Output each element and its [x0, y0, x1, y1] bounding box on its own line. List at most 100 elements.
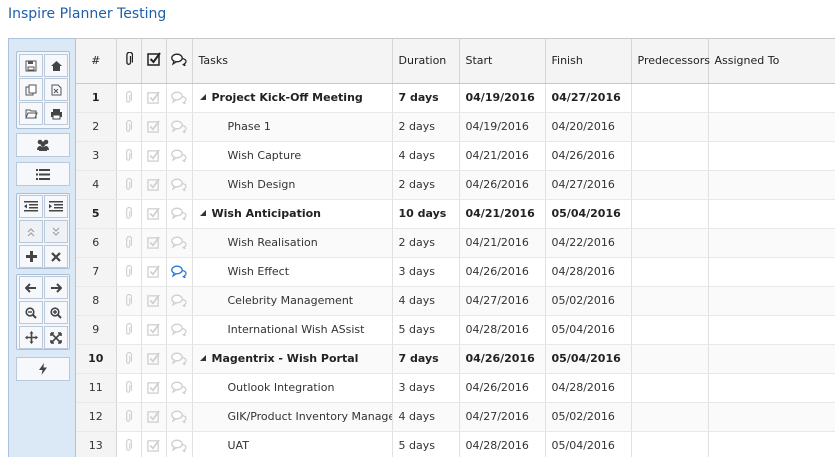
- excel-export-button[interactable]: [44, 78, 68, 101]
- predecessors-cell[interactable]: [631, 170, 709, 200]
- predecessors-cell[interactable]: [631, 199, 709, 229]
- pan-button[interactable]: [19, 326, 43, 349]
- predecessors-cell[interactable]: [631, 402, 709, 432]
- complete-cell[interactable]: [141, 286, 167, 316]
- critical-path-button[interactable]: [16, 357, 70, 381]
- predecessors-cell[interactable]: [631, 83, 709, 113]
- column-header-comments[interactable]: [166, 39, 193, 84]
- comment-cell[interactable]: [166, 373, 193, 403]
- duration-cell[interactable]: 4 days: [392, 402, 460, 432]
- complete-cell[interactable]: [141, 257, 167, 287]
- print-button[interactable]: [44, 102, 68, 125]
- attachment-cell[interactable]: [116, 373, 142, 403]
- start-cell[interactable]: 04/19/2016: [459, 83, 546, 113]
- column-header-start[interactable]: Start: [459, 39, 546, 84]
- collapse-toggle-icon[interactable]: [199, 210, 206, 216]
- predecessors-cell[interactable]: [631, 344, 709, 374]
- scroll-left-button[interactable]: [19, 276, 43, 299]
- task-name-cell[interactable]: Magentrix - Wish Portal: [192, 344, 393, 374]
- start-cell[interactable]: 04/19/2016: [459, 112, 546, 142]
- assigned-to-cell[interactable]: [708, 170, 835, 200]
- predecessors-cell[interactable]: [631, 228, 709, 258]
- complete-cell[interactable]: [141, 199, 167, 229]
- complete-cell[interactable]: [141, 431, 167, 457]
- comment-cell[interactable]: [166, 344, 193, 374]
- attachment-cell[interactable]: [116, 170, 142, 200]
- attachment-cell[interactable]: [116, 402, 142, 432]
- task-name-cell[interactable]: GIK/Product Inventory Managem: [192, 402, 393, 432]
- finish-cell[interactable]: 04/28/2016: [545, 257, 632, 287]
- home-button[interactable]: [44, 54, 68, 77]
- assigned-to-cell[interactable]: [708, 286, 835, 316]
- attachment-cell[interactable]: [116, 228, 142, 258]
- complete-cell[interactable]: [141, 228, 167, 258]
- assigned-to-cell[interactable]: [708, 373, 835, 403]
- assigned-to-cell[interactable]: [708, 199, 835, 229]
- complete-cell[interactable]: [141, 83, 167, 113]
- task-row[interactable]: 5 Wish Anticipation 10 days 04/21/2016 0…: [76, 199, 835, 229]
- task-name-cell[interactable]: Celebrity Management: [192, 286, 393, 316]
- duration-cell[interactable]: 3 days: [392, 373, 460, 403]
- predecessors-cell[interactable]: [631, 112, 709, 142]
- duration-cell[interactable]: 5 days: [392, 315, 460, 345]
- finish-cell[interactable]: 04/20/2016: [545, 112, 632, 142]
- attachment-cell[interactable]: [116, 112, 142, 142]
- comment-cell[interactable]: [166, 199, 193, 229]
- task-name-cell[interactable]: Wish Effect: [192, 257, 393, 287]
- predecessors-cell[interactable]: [631, 257, 709, 287]
- duration-cell[interactable]: 4 days: [392, 141, 460, 171]
- finish-cell[interactable]: 05/04/2016: [545, 315, 632, 345]
- column-header-tasks[interactable]: Tasks: [192, 39, 393, 84]
- column-header-number[interactable]: #: [76, 39, 117, 84]
- duration-cell[interactable]: 2 days: [392, 112, 460, 142]
- task-row[interactable]: 8 Celebrity Management 4 days 04/27/2016…: [76, 286, 835, 316]
- column-header-finish[interactable]: Finish: [545, 39, 632, 84]
- task-row[interactable]: 4 Wish Design 2 days 04/26/2016 04/27/20…: [76, 170, 835, 200]
- comment-cell[interactable]: [166, 83, 193, 113]
- task-row[interactable]: 7 Wish Effect 3 days 04/26/2016 04/28/20…: [76, 257, 835, 287]
- predecessors-cell[interactable]: [631, 141, 709, 171]
- column-header-attachments[interactable]: [116, 39, 142, 84]
- comment-cell[interactable]: [166, 170, 193, 200]
- comment-cell[interactable]: [166, 141, 193, 171]
- task-name-cell[interactable]: Wish Design: [192, 170, 393, 200]
- attachment-cell[interactable]: [116, 286, 142, 316]
- attachment-cell[interactable]: [116, 141, 142, 171]
- predecessors-cell[interactable]: [631, 373, 709, 403]
- task-row[interactable]: 3 Wish Capture 4 days 04/21/2016 04/26/2…: [76, 141, 835, 171]
- duration-cell[interactable]: 2 days: [392, 228, 460, 258]
- complete-cell[interactable]: [141, 141, 167, 171]
- move-up-button[interactable]: [19, 220, 43, 243]
- duration-cell[interactable]: 7 days: [392, 83, 460, 113]
- column-header-complete[interactable]: [141, 39, 167, 84]
- move-down-button[interactable]: [44, 220, 68, 243]
- complete-cell[interactable]: [141, 344, 167, 374]
- task-row[interactable]: 12 GIK/Product Inventory Managem 4 days …: [76, 402, 835, 432]
- comment-cell[interactable]: [166, 228, 193, 258]
- attachment-cell[interactable]: [116, 83, 142, 113]
- task-name-cell[interactable]: Phase 1: [192, 112, 393, 142]
- collapse-toggle-icon[interactable]: [199, 94, 206, 100]
- open-button[interactable]: [19, 102, 43, 125]
- column-header-assigned-to[interactable]: Assigned To: [708, 39, 835, 84]
- duration-cell[interactable]: 4 days: [392, 286, 460, 316]
- start-cell[interactable]: 04/21/2016: [459, 199, 546, 229]
- duration-cell[interactable]: 10 days: [392, 199, 460, 229]
- start-cell[interactable]: 04/21/2016: [459, 228, 546, 258]
- zoom-in-button[interactable]: [44, 301, 68, 324]
- start-cell[interactable]: 04/26/2016: [459, 373, 546, 403]
- task-name-cell[interactable]: UAT: [192, 431, 393, 457]
- complete-cell[interactable]: [141, 170, 167, 200]
- predecessors-cell[interactable]: [631, 315, 709, 345]
- assigned-to-cell[interactable]: [708, 141, 835, 171]
- start-cell[interactable]: 04/27/2016: [459, 286, 546, 316]
- assigned-to-cell[interactable]: [708, 228, 835, 258]
- attachment-cell[interactable]: [116, 344, 142, 374]
- assigned-to-cell[interactable]: [708, 257, 835, 287]
- comment-cell[interactable]: [166, 315, 193, 345]
- start-cell[interactable]: 04/27/2016: [459, 402, 546, 432]
- task-row[interactable]: 1 Project Kick-Off Meeting 7 days 04/19/…: [76, 83, 835, 113]
- finish-cell[interactable]: 04/28/2016: [545, 373, 632, 403]
- task-name-cell[interactable]: International Wish ASsist: [192, 315, 393, 345]
- predecessors-cell[interactable]: [631, 431, 709, 457]
